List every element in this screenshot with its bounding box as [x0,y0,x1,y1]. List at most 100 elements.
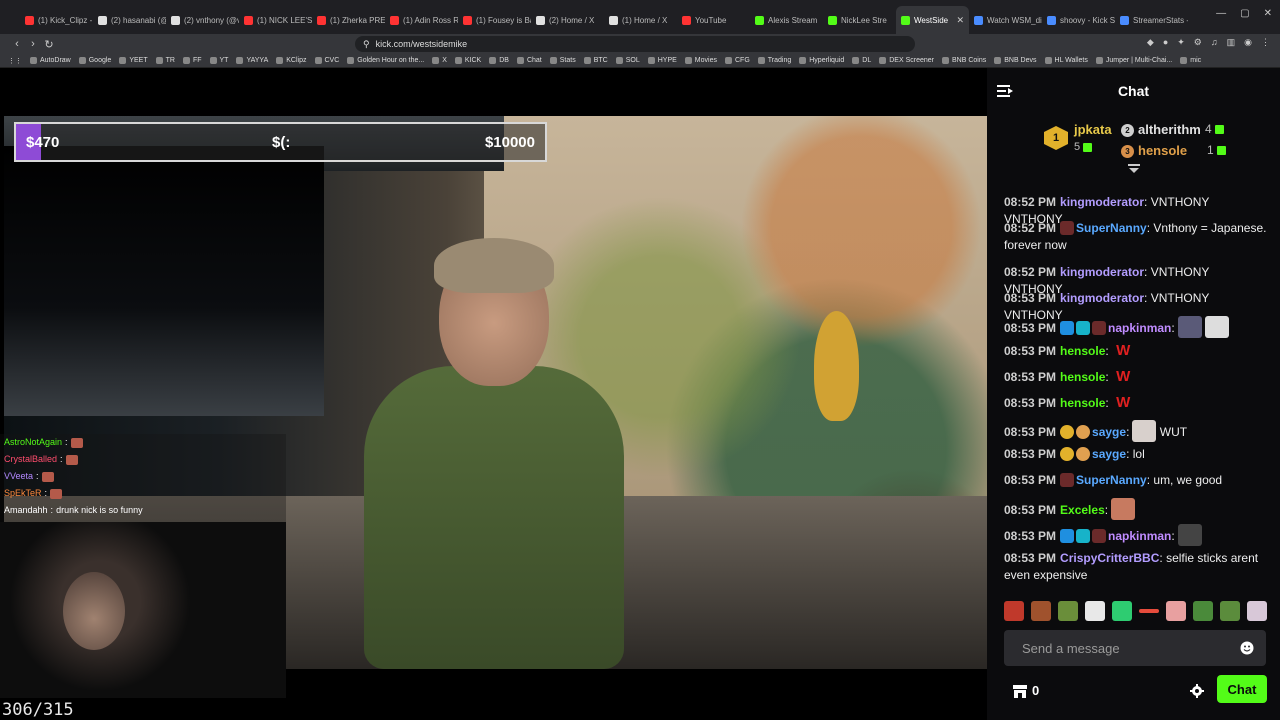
night-window [4,146,324,416]
store-icon[interactable] [1012,683,1028,699]
bookmark[interactable]: FF [182,57,202,64]
bookmark[interactable]: BNB Devs [994,57,1037,64]
browser-tab[interactable]: (1) Kick_Clipz - Yo [20,6,93,34]
bookmark[interactable]: BTC [583,57,608,64]
emote-icon[interactable] [1247,601,1267,621]
bookmark[interactable]: DEX Screener [879,57,934,64]
extension-icon[interactable]: ● [1163,37,1168,48]
chat-username[interactable]: Exceles [1060,503,1105,517]
chat-username[interactable]: kingmoderator [1060,291,1144,305]
video-player[interactable]: $470 $(: $10000 AstroNotAgain: CrystalBa… [0,68,987,720]
chat-username[interactable]: kingmoderator [1060,195,1144,209]
reload-icon[interactable]: ↻ [42,38,56,51]
browser-tab[interactable]: YouTube [677,6,750,34]
extension-icon[interactable]: ✦ [1177,37,1185,48]
bookmark[interactable]: CFG [724,57,750,64]
emote-icon[interactable] [1112,601,1132,621]
bookmark[interactable]: AutoDraw [30,57,71,64]
bookmark[interactable]: KClipz [276,57,307,64]
bookmark[interactable]: YAYYA [236,57,268,64]
emote-icon[interactable] [1193,601,1213,621]
bookmark[interactable]: DB [489,57,509,64]
extension-icon[interactable]: ⚙ [1194,37,1202,48]
bookmark[interactable]: TR [155,57,175,64]
chat-username[interactable]: hensole [1060,344,1105,358]
leader-3-name[interactable]: hensole [1138,143,1187,158]
chat-username[interactable]: CrispyCritterBBC [1060,551,1159,565]
bookmark[interactable]: Google [78,57,111,64]
emoji-picker-icon[interactable] [1240,641,1254,655]
menu-icon[interactable]: ⋮ [1261,37,1270,48]
browser-tab[interactable]: (2) Home / X [531,6,604,34]
extension-icon[interactable]: ◆ [1147,37,1154,48]
browser-tab[interactable]: (1) Home / X [604,6,677,34]
bookmark[interactable]: YEET [119,57,148,64]
emote-icon[interactable] [1085,601,1105,621]
browser-tab[interactable]: (1) NICK LEE'S EV [239,6,312,34]
chat-username[interactable]: sayge [1092,425,1126,439]
emote-icon[interactable] [1058,601,1078,621]
bookmark[interactable]: HYPE [647,57,677,64]
emote-icon[interactable] [1166,601,1186,621]
bookmark[interactable]: Golden Hour on the... [347,57,424,64]
leader-1-name[interactable]: jpkata [1074,122,1112,137]
extension-icon[interactable]: ♫ [1211,37,1218,48]
close-tab-icon[interactable]: ✕ [956,15,964,26]
expand-leaderboard-icon[interactable] [1128,164,1140,174]
bookmark[interactable]: DL [852,57,871,64]
bookmark[interactable]: Trading [757,57,791,64]
emote-icon[interactable] [1004,601,1024,621]
emote-icon[interactable] [1031,601,1051,621]
forward-icon[interactable]: › [26,38,40,50]
browser-tab[interactable]: (1) Zherka PRESS [312,6,385,34]
browser-tab[interactable]: shoovy - Kick Stre [1042,6,1115,34]
chat-username[interactable]: SuperNanny [1076,221,1147,235]
minimize-icon[interactable]: — [1216,8,1226,19]
apps-icon[interactable]: ⋮⋮ [8,57,22,65]
browser-tab[interactable]: Watch WSM_disc [969,6,1042,34]
sidebar-icon[interactable]: ▥ [1227,37,1236,48]
site-info-icon[interactable]: ⚲ [363,39,370,50]
bookmark[interactable]: BNB Coins [941,57,986,64]
bookmark[interactable]: Chat [516,57,542,64]
gear-icon[interactable] [1190,684,1204,698]
maximize-icon[interactable]: ▢ [1240,8,1249,19]
profile-icon[interactable]: ◉ [1244,37,1252,48]
bookmark[interactable]: Hyperliquid [799,57,844,64]
browser-tab[interactable]: (2) hasanabi (@ha [93,6,166,34]
chat-username[interactable]: SuperNanny [1076,473,1147,487]
browser-tab[interactable]: NickLee Stre [823,6,896,34]
close-window-icon[interactable]: ✕ [1264,8,1272,19]
bookmark[interactable]: Movies [684,57,717,64]
emote-icon[interactable] [1139,609,1159,613]
bookmark[interactable]: YT [209,57,228,64]
bookmark[interactable]: KICK [454,57,481,64]
bookmark[interactable]: Jumper | Multi-Chai... [1095,57,1172,64]
leader-2-name[interactable]: altherithm [1138,122,1201,137]
chat-username[interactable]: napkinman [1108,529,1171,543]
url-field[interactable]: ⚲ kick.com/westsidemike [355,36,915,52]
chat-username[interactable]: napkinman [1108,321,1171,335]
browser-tab[interactable]: Alexis Stream [750,6,823,34]
chat-username[interactable]: kingmoderator [1060,265,1144,279]
browser-tab[interactable]: (1) Fousey is Back [458,6,531,34]
browser-tab-active[interactable]: WestSide ✕ [896,6,969,34]
bookmark[interactable]: X [432,57,447,64]
bookmark[interactable]: CVC [314,57,339,64]
browser-tab[interactable]: StreamerStats - d [1115,6,1188,34]
chat-username[interactable]: sayge [1092,447,1126,461]
bookmark[interactable]: HL Wallets [1044,57,1088,64]
chat-username[interactable]: hensole [1060,396,1105,410]
chat-username[interactable]: hensole [1060,370,1105,384]
chat-input[interactable]: Send a message [1004,630,1266,666]
bookmark[interactable]: Stats [549,57,576,64]
bookmark[interactable]: SOL [615,57,640,64]
bookmark[interactable]: mic [1180,57,1201,64]
browser-tab[interactable]: (2) vnthony (@vn [166,6,239,34]
emote-icon[interactable] [1220,601,1240,621]
back-icon[interactable]: ‹ [10,38,24,50]
browser-tab[interactable]: (1) Adin Ross Rea [385,6,458,34]
send-chat-button[interactable]: Chat [1217,675,1267,703]
gifter-badge-icon [1060,425,1075,439]
collapse-chat-icon[interactable] [996,82,1014,100]
